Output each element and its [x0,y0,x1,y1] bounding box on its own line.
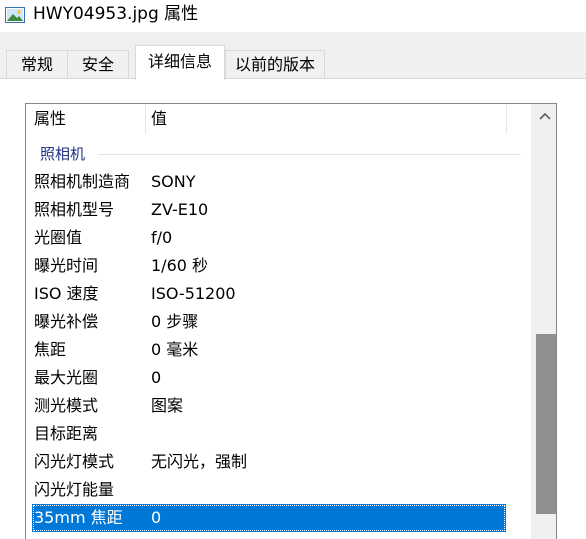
property-value: f/0 [151,228,173,247]
tab-general[interactable]: 常规 [6,50,68,78]
table-row[interactable]: 照相机制造商 SONY [32,168,506,196]
properties-list[interactable]: 属性 值 照相机 照相机制造商 SONY 照相机型号 ZV-E10 光圈值 f/… [25,103,557,539]
property-name: 目标距离 [34,424,99,443]
property-name: 曝光补偿 [34,312,99,331]
details-panel: 属性 值 照相机 照相机制造商 SONY 照相机型号 ZV-E10 光圈值 f/… [0,79,586,539]
table-row-selected[interactable]: 35mm 焦距 0 [32,504,506,532]
property-value: SONY [151,172,196,191]
tab-security[interactable]: 安全 [67,50,129,78]
image-file-icon [5,7,25,23]
property-name: 闪光灯能量 [34,480,115,499]
table-row[interactable]: 曝光补偿 0 步骤 [32,308,506,336]
scroll-thumb[interactable] [536,334,556,514]
column-header: 属性 值 [26,104,531,134]
table-row[interactable]: 照相机型号 ZV-E10 [32,196,506,224]
column-divider[interactable] [506,104,507,134]
group-divider [98,154,521,155]
table-row[interactable]: 闪光灯能量 [32,476,506,504]
column-header-property[interactable]: 属性 [34,104,144,134]
property-value: 1/60 秒 [151,256,209,275]
property-name: 焦距 [34,340,67,359]
title-bar: HWY04953.jpg 属性 [0,0,586,32]
property-name: 测光模式 [34,396,99,415]
property-value: 0 [151,368,162,387]
table-row[interactable]: 目标距离 [32,420,506,448]
property-name: ISO 速度 [34,284,99,303]
vertical-scrollbar[interactable] [531,104,556,539]
table-row[interactable]: 最大光圈 0 [32,364,506,392]
property-name: 最大光圈 [34,368,99,387]
window-title: HWY04953.jpg 属性 [33,4,199,24]
table-row[interactable]: 闪光灯模式 无闪光，强制 [32,448,506,476]
property-name: 照相机制造商 [34,172,131,191]
table-row[interactable]: 测光模式 图案 [32,392,506,420]
tab-details[interactable]: 详细信息 [135,45,225,80]
property-value: 图案 [151,396,184,415]
table-row[interactable]: 焦距 0 毫米 [32,336,506,364]
tab-strip: 常规 安全 详细信息 以前的版本 [0,45,586,80]
property-value: 0 [151,508,162,527]
property-name: 曝光时间 [34,256,99,275]
property-value: ISO-51200 [151,284,236,303]
group-header-camera: 照相机 [26,142,531,166]
property-name: 闪光灯模式 [34,452,115,471]
table-row[interactable]: 曝光时间 1/60 秒 [32,252,506,280]
table-row[interactable]: 光圈值 f/0 [32,224,506,252]
property-value: 0 毫米 [151,340,199,359]
column-header-value[interactable]: 值 [151,104,511,134]
scroll-up-chevron-icon[interactable] [531,104,556,130]
property-value: 0 步骤 [151,312,199,331]
property-name: 照相机型号 [34,200,115,219]
column-divider[interactable] [145,104,146,134]
property-value: ZV-E10 [151,200,209,219]
table-row[interactable]: ISO 速度 ISO-51200 [32,280,506,308]
property-value: 无闪光，强制 [151,452,248,471]
group-label: 照相机 [40,145,86,163]
property-name: 35mm 焦距 [34,508,123,527]
tab-previous-versions[interactable]: 以前的版本 [225,50,325,78]
property-name: 光圈值 [34,228,83,247]
